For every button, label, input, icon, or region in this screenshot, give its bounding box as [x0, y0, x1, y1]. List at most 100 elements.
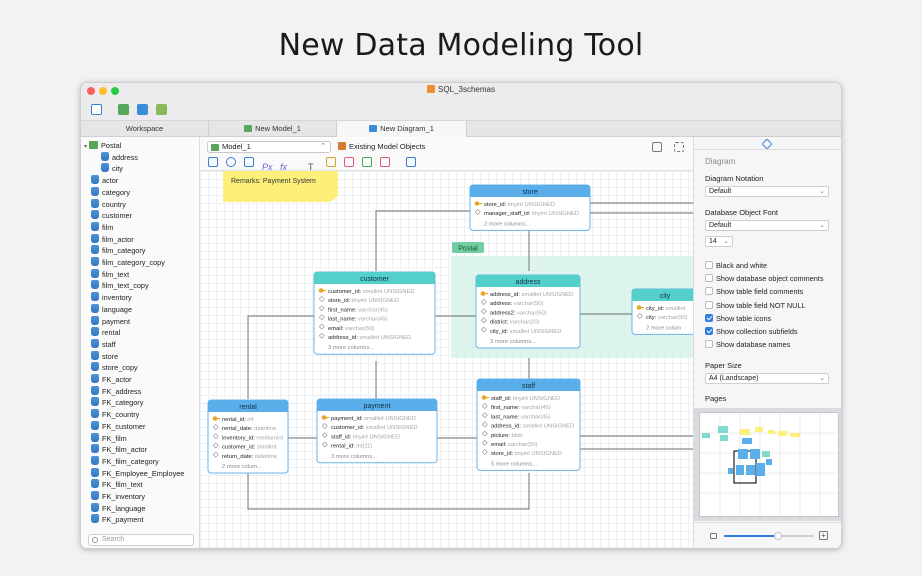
tree-item-address[interactable]: address: [101, 151, 138, 164]
tree-item-fk_film[interactable]: FK_film: [91, 432, 127, 445]
table-rental[interactable]: rentalrental_id: intrental_date: datetimei…: [207, 399, 289, 474]
notation-select[interactable]: Default ⌄: [705, 186, 829, 197]
save-icon[interactable]: [91, 104, 102, 115]
tab-new-model[interactable]: New Model_1: [209, 121, 337, 137]
more-columns[interactable]: 3 more columns...: [331, 454, 377, 460]
checkbox-show-table-field-comments[interactable]: Show table field comments: [705, 287, 803, 296]
more-columns[interactable]: 2 more colum: [646, 325, 681, 331]
paper-size-select[interactable]: A4 (Landscape) ⌄: [705, 373, 829, 384]
tree-item-fk_country[interactable]: FK_country: [91, 409, 139, 421]
tree-item-category[interactable]: category: [91, 186, 130, 199]
more-columns[interactable]: 5 more columns...: [491, 461, 537, 467]
procedure-icon[interactable]: Px: [262, 157, 273, 172]
font-select[interactable]: Default ⌄: [705, 220, 829, 231]
checkbox-box[interactable]: [705, 300, 713, 309]
tree-item-store_copy[interactable]: store_copy: [91, 362, 138, 374]
checkbox-box[interactable]: [705, 313, 713, 322]
table-staff[interactable]: staff staff_id: tinyint UNSIGNED first_name…: [476, 378, 581, 471]
layout-icon[interactable]: [406, 157, 416, 167]
field-name: customer_id:: [222, 445, 256, 451]
more-columns[interactable]: 2 more colum...: [222, 464, 262, 470]
tree-item-film_category[interactable]: film_category: [91, 245, 145, 257]
checkbox-box[interactable]: [705, 287, 713, 296]
relation-icon[interactable]: [226, 157, 236, 167]
table-address[interactable]: addressaddress_id: smallint UNSIGNEDaddre…: [475, 274, 581, 349]
checkbox-black-and-white[interactable]: Black and white: [705, 261, 767, 270]
zoom-in-icon[interactable]: +: [819, 531, 828, 540]
more-columns[interactable]: 3 more columns...: [328, 345, 374, 351]
tree-item-film_text[interactable]: film_text: [91, 268, 129, 281]
font-size-select[interactable]: 14 ⌄: [705, 236, 733, 247]
search-input[interactable]: Search: [88, 534, 194, 546]
tree-item-fk_language[interactable]: FK_language: [91, 502, 145, 515]
tree-item-rental[interactable]: rental: [91, 327, 120, 339]
field-type: tinyint UNSIGNED: [513, 396, 560, 402]
tree-item-city[interactable]: city: [101, 163, 123, 175]
field-type: smallint UNSIGNED: [510, 329, 562, 335]
checkbox-show-database-object-comments[interactable]: Show database object comments: [705, 274, 824, 283]
comment-icon[interactable]: [652, 142, 662, 152]
text-icon[interactable]: T: [308, 157, 318, 172]
tree-item-fk_film_actor[interactable]: FK_film_actor: [91, 444, 147, 456]
tree-item-fk_payment[interactable]: FK_payment: [91, 514, 143, 526]
checkbox-show-table-icons[interactable]: Show table icons: [705, 313, 771, 323]
zoom-slider[interactable]: [724, 532, 814, 540]
model-select[interactable]: Model_1 ⌃: [207, 141, 331, 153]
table-icon[interactable]: [208, 157, 218, 167]
more-columns[interactable]: 2 more columns...: [484, 221, 530, 227]
tab-workspace[interactable]: Workspace: [81, 121, 209, 137]
checkbox-show-database-names[interactable]: Show database names: [705, 340, 790, 349]
copy-icon[interactable]: [380, 157, 390, 167]
tree-item-inventory[interactable]: inventory: [91, 292, 132, 304]
existing-model-objects-button[interactable]: Existing Model Objects: [338, 142, 425, 151]
tree-item-actor[interactable]: actor: [91, 175, 118, 187]
fullscreen-icon[interactable]: [674, 142, 684, 152]
tab-new-diagram[interactable]: New Diagram_1: [337, 121, 467, 137]
zoom-out-icon[interactable]: [710, 533, 717, 539]
new-diagram-icon[interactable]: [137, 104, 148, 115]
tree-item-staff[interactable]: staff: [91, 338, 116, 351]
tree-item-film_text_copy[interactable]: film_text_copy: [91, 280, 149, 292]
tree-item-fk_film_category[interactable]: FK_film_category: [91, 455, 159, 468]
tree-item-fk_employee_employee[interactable]: FK_Employee_Employee: [91, 467, 184, 480]
view-icon[interactable]: [244, 157, 254, 167]
tree-item-fk_address[interactable]: FK_address: [91, 385, 141, 398]
generate-icon[interactable]: [156, 104, 167, 115]
table-payment[interactable]: paymentpayment_id: smallint UNSIGNEDcusto…: [316, 398, 438, 464]
zoom-slider-handle[interactable]: [774, 532, 782, 540]
tree-item-language[interactable]: language: [91, 303, 132, 316]
tree-item-fk_category[interactable]: FK_category: [91, 397, 143, 409]
tree-item-fk_film_text[interactable]: FK_film_text: [91, 479, 143, 491]
checkbox-box[interactable]: [705, 340, 713, 349]
checkbox-show-table-field-not-null[interactable]: Show table field NOT NULL: [705, 300, 806, 310]
checkbox-show-collection-subfields[interactable]: Show collection subfields: [705, 327, 798, 336]
checkbox-box[interactable]: [705, 327, 713, 335]
tree-item-country[interactable]: country: [91, 198, 126, 211]
more-columns[interactable]: 3 more columns...: [490, 339, 536, 345]
table-city[interactable]: city city_id: smallint city: varchar(50) 2 mo…: [631, 288, 693, 335]
pages-preview[interactable]: [694, 408, 841, 521]
remarks-note[interactable]: [223, 171, 338, 202]
note-icon[interactable]: [326, 157, 336, 167]
tree-item-fk_customer[interactable]: FK_customer: [91, 420, 145, 433]
rel-rental-staff: [247, 471, 530, 510]
tree-item-store[interactable]: store: [91, 350, 118, 363]
tree-item-payment[interactable]: payment: [91, 315, 130, 328]
table-store[interactable]: storestore_id: tinyint UNSIGNEDmanager_st…: [469, 184, 591, 231]
new-model-icon[interactable]: [118, 104, 129, 115]
tree-item-fk_actor[interactable]: FK_actor: [91, 374, 132, 386]
tree-item-fk_inventory[interactable]: FK_inventory: [91, 491, 145, 503]
tree-item-film_category_copy[interactable]: film_category_copy: [91, 257, 165, 269]
diagram-canvas[interactable]: Postal Remarks: Payment System store sto…: [200, 171, 693, 548]
tree-item-film_actor[interactable]: film_actor: [91, 233, 134, 246]
image-icon[interactable]: [344, 157, 354, 167]
tree-item-customer[interactable]: customer: [91, 210, 132, 222]
table-customer[interactable]: customercustomer_id: smallint UNSIGNEDsto…: [313, 271, 436, 355]
tree-schema-postal[interactable]: ▾ Postal: [84, 140, 121, 152]
checkbox-box[interactable]: [705, 274, 713, 283]
diagram-properties-icon[interactable]: [761, 138, 773, 150]
tree-item-film[interactable]: film: [91, 221, 113, 234]
function-icon[interactable]: fx: [280, 157, 290, 172]
checkbox-box[interactable]: [705, 261, 713, 269]
shape-icon[interactable]: [362, 157, 372, 167]
